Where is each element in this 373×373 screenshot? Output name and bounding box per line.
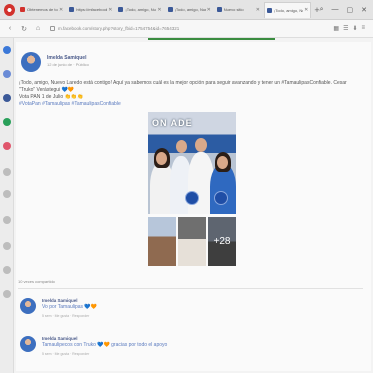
favicon-icon: [20, 7, 26, 12]
avatar[interactable]: [20, 336, 36, 352]
tab-label: Obtenemos de todo...: [27, 7, 58, 12]
tab-label: https://mfacebook...: [76, 7, 108, 12]
photo-face: [195, 138, 207, 152]
download-icon[interactable]: ⬇: [352, 25, 357, 32]
maximize-icon[interactable]: ▢: [347, 6, 354, 14]
close-icon[interactable]: ✕: [108, 7, 112, 13]
notes-icon[interactable]: [3, 290, 11, 298]
favicon-icon: [216, 7, 222, 12]
menu-icon[interactable]: ≡: [361, 25, 365, 32]
tab-label: ¡Todo, amigo, Nuevo L...: [174, 7, 206, 12]
comment-meta[interactable]: 5 sem · Me gusta · Responder: [42, 352, 89, 356]
close-icon[interactable]: ✕: [304, 7, 308, 13]
back-icon[interactable]: ‹: [6, 25, 14, 32]
photo-thumbnail-more[interactable]: +28: [208, 217, 236, 266]
share-count[interactable]: 10 veces compartido: [18, 279, 55, 284]
post-text-line2: Vota PAN 1 de Julio 👏👏👏: [19, 94, 84, 100]
comment-meta[interactable]: 5 sem · Me gusta · Responder: [42, 314, 89, 318]
photo-tag-dot: [214, 191, 228, 205]
more-photos-count: +28: [208, 217, 236, 266]
bookmark-icon[interactable]: ☰: [343, 25, 348, 32]
window-controls: ⌕ — ▢ ✕: [320, 6, 373, 14]
messenger-icon[interactable]: [3, 46, 11, 54]
browser-tab[interactable]: Obtenemos de todo... ✕: [18, 3, 65, 17]
main-photo[interactable]: ON ADE: [148, 112, 236, 214]
instagram-icon[interactable]: [3, 142, 11, 150]
photo-thumbnail[interactable]: [148, 217, 176, 266]
post-body: ¡Todo, amigo, Nuevo Laredo está contigo!…: [19, 80, 364, 108]
photo-face: [176, 140, 187, 153]
avatar[interactable]: [20, 298, 36, 314]
post-text: ¡Todo, amigo, Nuevo Laredo está contigo!…: [19, 80, 347, 93]
tab-label: ¡Todo, amigo, Nuevo L...: [125, 7, 156, 12]
history-icon[interactable]: [3, 168, 11, 176]
reload-icon[interactable]: ↻: [20, 25, 28, 33]
address-toolbar: ‹ ↻ ⌂ m.facebook.com/story.php?story_fbi…: [0, 20, 373, 38]
favicon-icon: [167, 7, 173, 12]
clock-icon[interactable]: [3, 216, 11, 224]
url-input[interactable]: m.facebook.com/story.php?story_fbid=1754…: [50, 23, 290, 35]
photo-tag-dot: [185, 191, 199, 205]
toolbar-icons: ▦ ☰ ⬇ ≡: [333, 25, 373, 32]
photo-grid: ON ADE +28: [148, 112, 236, 266]
browser-tab[interactable]: https://mfacebook... ✕: [67, 3, 114, 17]
close-icon[interactable]: ✕: [256, 7, 260, 13]
comment-item: Imelda Samiquel Tamaulipecos con Truko 💙…: [16, 332, 356, 360]
avatar[interactable]: [21, 52, 41, 72]
comment-text: Vo por Tamaulipas 💙🧡: [42, 304, 97, 310]
close-window-icon[interactable]: ✕: [361, 6, 367, 14]
photo-face: [156, 152, 167, 165]
browser-tab-active[interactable]: ¡Todo, amigo, Nuevo L... ✕: [263, 1, 312, 18]
post-timestamp[interactable]: 12 de junio de · Público: [47, 62, 89, 67]
search-icon[interactable]: ⌕: [320, 6, 324, 14]
tab-label: ¡Todo, amigo, Nuevo L...: [273, 7, 303, 13]
url-text: m.facebook.com/story.php?story_fbid=1754…: [58, 26, 180, 31]
whatsapp-icon[interactable]: [3, 118, 11, 126]
divider: [18, 288, 363, 289]
page-loading-bar: [148, 38, 275, 40]
settings-icon[interactable]: [3, 242, 11, 250]
browser-tab[interactable]: ¡Todo, amigo, Nuevo L... ✕: [116, 3, 163, 17]
tab-label: Nuevo sitio: [223, 7, 244, 12]
bookmarks-icon[interactable]: [3, 70, 11, 78]
minimize-icon[interactable]: —: [332, 6, 339, 14]
comment-author[interactable]: Imelda Samiquel: [42, 336, 78, 341]
browser-tab[interactable]: Nuevo sitio ✕: [215, 3, 262, 17]
close-icon[interactable]: ✕: [207, 7, 211, 13]
favicon-icon: [118, 7, 124, 12]
favicon-icon: [69, 7, 75, 12]
facebook-post: Imelda Samiquel 12 de junio de · Público…: [16, 42, 371, 371]
sidebar-rail: [0, 38, 14, 373]
close-icon[interactable]: ✕: [59, 7, 63, 13]
lock-icon: [50, 26, 55, 31]
facebook-icon[interactable]: [3, 94, 11, 102]
comment-item: Imelda Samiquel Vo por Tamaulipas 💙🧡 5 s…: [16, 294, 356, 322]
close-icon[interactable]: ✕: [157, 7, 161, 13]
post-author[interactable]: Imelda Samiquel: [47, 55, 86, 61]
browser-tab-strip: Obtenemos de todo... ✕ https://mfacebook…: [0, 0, 373, 20]
favicon-icon: [266, 7, 272, 13]
photo-thumbnail[interactable]: [178, 217, 206, 266]
browser-logo-icon[interactable]: [4, 3, 16, 16]
downloads-icon[interactable]: [3, 266, 11, 274]
photo-banner-text: ON ADE: [152, 118, 193, 128]
send-icon[interactable]: [3, 190, 11, 198]
grid-icon[interactable]: ▦: [333, 25, 339, 32]
home-icon[interactable]: ⌂: [34, 25, 42, 32]
post-hashtags[interactable]: #VotaPan #Tamaulipas #TamaulipasConfiabl…: [19, 101, 364, 108]
photo-face: [217, 156, 228, 169]
comment-text: Tamaulipecos con Truko 💙🧡 gracias por to…: [42, 342, 168, 348]
browser-tab[interactable]: ¡Todo, amigo, Nuevo L... ✕: [166, 3, 213, 17]
comment-author[interactable]: Imelda Samiquel: [42, 298, 78, 303]
